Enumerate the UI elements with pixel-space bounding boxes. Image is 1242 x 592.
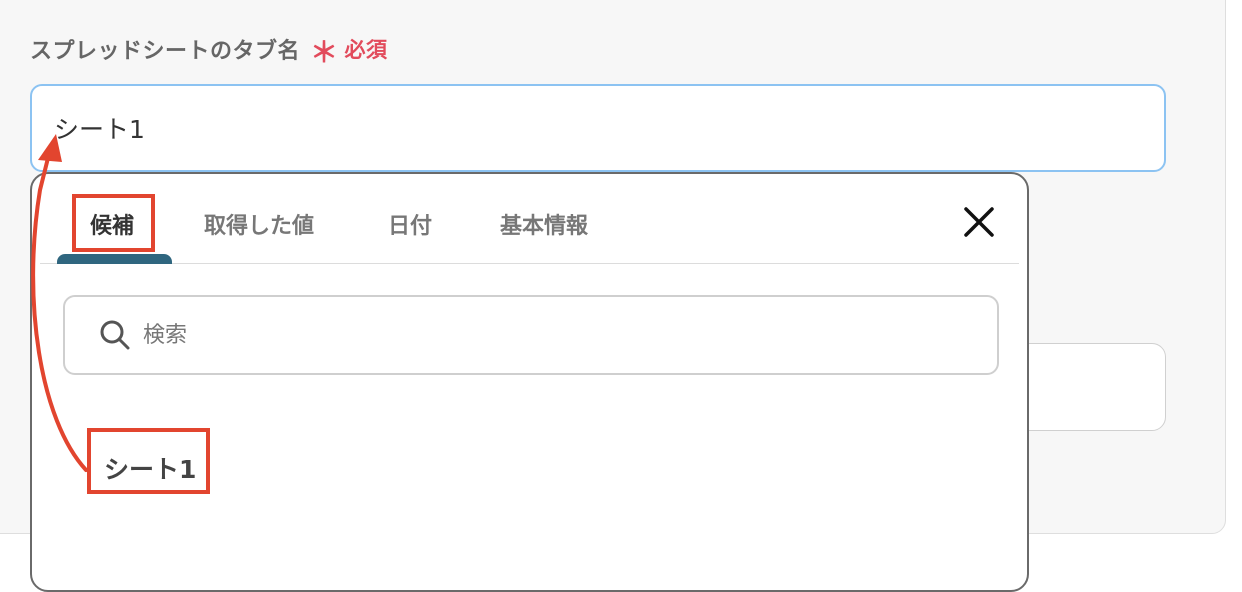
picker-tabs: 候補 取得した値 日付 基本情報: [40, 174, 1019, 264]
search-input[interactable]: [143, 322, 903, 348]
search-box[interactable]: [63, 295, 999, 375]
tab-candidates[interactable]: 候補: [90, 208, 134, 240]
active-tab-indicator: [57, 254, 172, 264]
required-asterisk: ＊: [310, 36, 339, 69]
tab-date[interactable]: 日付: [388, 208, 432, 240]
candidate-item[interactable]: シート1: [104, 450, 196, 486]
required-badge: ＊ 必須: [310, 34, 388, 69]
tab-name-input-value: シート1: [54, 115, 145, 144]
field-label-text: スプレッドシートのタブ名: [30, 39, 301, 64]
close-icon[interactable]: [961, 204, 997, 240]
value-picker-dropdown: 候補 取得した値 日付 基本情報 シート1: [30, 172, 1029, 592]
tab-basic-info[interactable]: 基本情報: [500, 208, 588, 240]
tab-acquired-values[interactable]: 取得した値: [204, 208, 314, 240]
search-icon: [99, 319, 131, 351]
field-label: スプレッドシートのタブ名 ＊ 必須: [30, 33, 388, 69]
required-text: 必須: [344, 38, 388, 62]
tab-name-input[interactable]: シート1: [30, 84, 1166, 172]
